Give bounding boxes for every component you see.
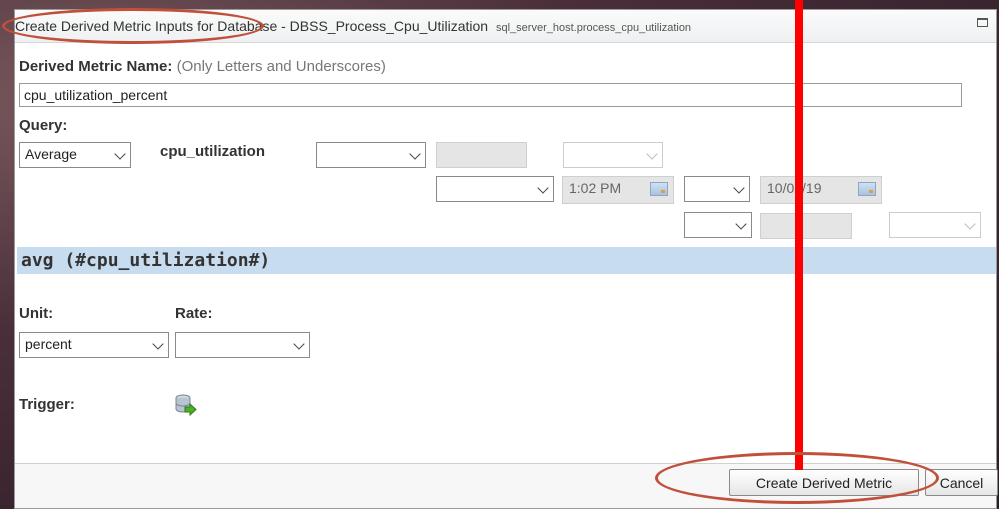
metric-name-input[interactable]: cpu_utilization_percent [19,83,962,107]
condition-select[interactable] [563,142,663,168]
period-select[interactable] [684,176,750,202]
date-input[interactable]: 10/02/19 [760,176,882,204]
time-range-select[interactable] [436,176,554,202]
database-add-icon[interactable] [175,393,197,417]
metric-name-hint: (Only Letters and Underscores) [176,58,386,75]
calendar-icon[interactable] [650,182,668,196]
metric-name-label-text: Derived Metric Name: [19,58,173,75]
unit-select[interactable]: percent [19,332,169,358]
operator-select[interactable] [316,142,426,168]
unit-label: Unit: [19,305,54,322]
derived-metric-dialog: Create Derived Metric Inputs for Databas… [14,9,998,509]
chevron-down-icon [114,148,126,160]
dialog-subtitle: sql_server_host.process_cpu_utilization [496,22,692,34]
query-label: Query: [19,117,68,134]
annotation-ellipse-button [655,452,939,504]
chevron-down-icon [293,338,305,350]
trigger-label: Trigger: [19,396,75,413]
chevron-down-icon [735,218,747,230]
calendar-icon[interactable] [858,182,876,196]
offset-select[interactable] [684,212,752,238]
time-input[interactable]: 1:02 PM [562,176,674,204]
offset-unit-select[interactable] [889,212,981,238]
unit-select-value: percent [25,336,72,352]
expression-bar: avg (#cpu_utilization#) [17,247,996,274]
aggregate-select[interactable]: Average [19,142,131,168]
chevron-down-icon [964,218,976,230]
annotation-ellipse-title [2,8,264,44]
threshold-input[interactable] [436,142,527,168]
chevron-down-icon [646,148,658,160]
offset-input[interactable] [760,213,852,239]
rate-select[interactable] [175,332,310,358]
chevron-down-icon [537,182,549,194]
chevron-down-icon [733,182,745,194]
rate-label: Rate: [175,305,213,322]
chevron-down-icon [409,148,421,160]
aggregate-select-value: Average [25,146,77,162]
expression-text: avg (#cpu_utilization#) [21,250,271,271]
maximize-icon[interactable] [977,18,988,27]
metric-column-label: cpu_utilization [160,143,265,160]
time-value: 1:02 PM [569,180,622,196]
annotation-arrow-line [795,0,803,470]
chevron-down-icon [152,338,164,350]
metric-name-label: Derived Metric Name: (Only Letters and U… [19,58,386,75]
